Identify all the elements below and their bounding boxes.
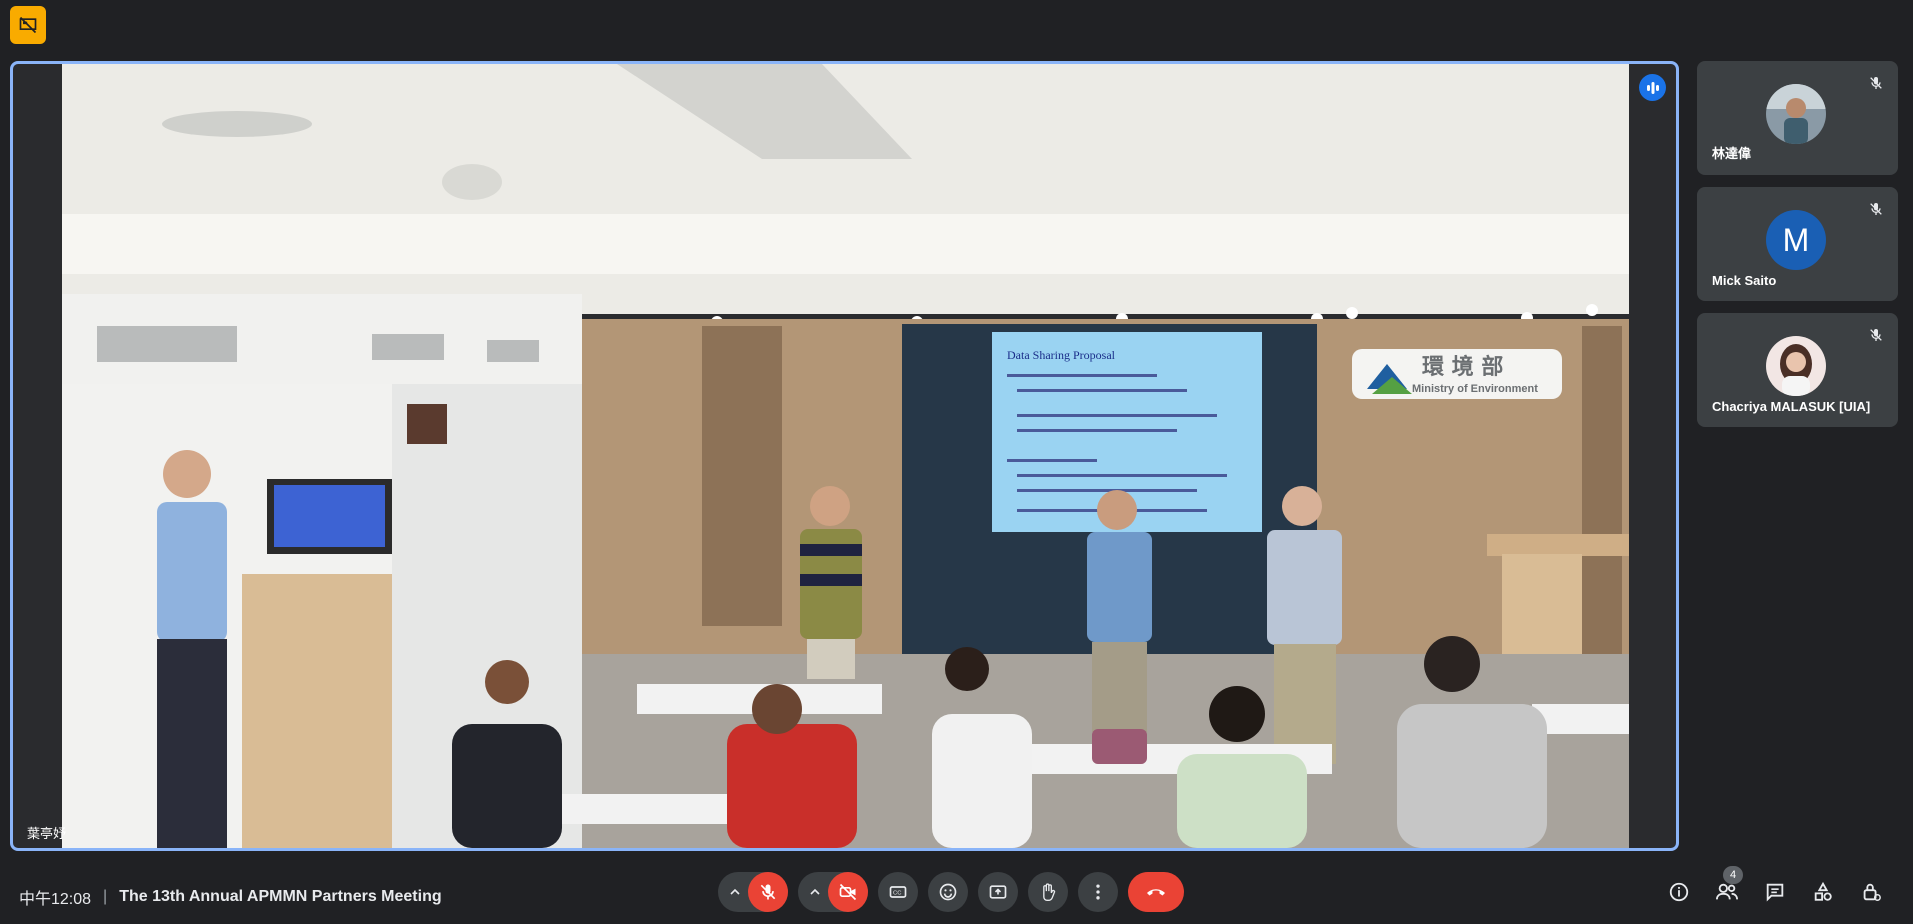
participant-name: Mick Saito: [1712, 273, 1777, 288]
host-controls-icon[interactable]: [1849, 872, 1893, 912]
meeting-details-icon[interactable]: [1657, 872, 1701, 912]
raise-hand-button[interactable]: [1028, 872, 1068, 912]
chevron-up-icon[interactable]: [726, 886, 744, 898]
svg-text:CC: CC: [893, 891, 901, 897]
mic-control-group: [718, 872, 788, 912]
avatar-letter: M: [1766, 210, 1826, 270]
avatar: M: [1766, 210, 1826, 270]
mic-toggle-button[interactable]: [748, 872, 788, 912]
people-icon[interactable]: 4: [1705, 866, 1749, 912]
meeting-info: 中午12:08 | The 13th Annual APMMN Partners…: [19, 885, 442, 909]
activities-icon[interactable]: [1801, 872, 1845, 912]
captions-button[interactable]: CC: [878, 872, 918, 912]
participant-tile-1[interactable]: 林達偉: [1697, 61, 1898, 175]
meeting-time: 中午12:08: [19, 891, 92, 908]
separator: |: [103, 888, 108, 905]
main-video-tile[interactable]: Data Sharing Proposal 環 境 部 Ministry of …: [10, 61, 1679, 851]
mic-off-icon: [1864, 197, 1888, 221]
more-options-icon[interactable]: [1078, 872, 1118, 912]
chat-icon[interactable]: [1753, 872, 1797, 912]
sign-text-cn: 環 境 部: [1422, 354, 1503, 380]
right-panel-buttons: 4: [1657, 866, 1893, 912]
leave-call-button[interactable]: [1128, 872, 1184, 912]
conference-room-video: Data Sharing Proposal 環 境 部 Ministry of …: [62, 64, 1629, 848]
meeting-title[interactable]: The 13th Annual APMMN Partners Meeting: [119, 888, 441, 906]
participant-name: 林達偉: [1712, 146, 1752, 161]
participant-tile-3[interactable]: Chacriya MALASUK [UIA]: [1697, 313, 1898, 427]
avatar: [1766, 84, 1826, 144]
emoji-reaction-button[interactable]: [928, 872, 968, 912]
call-controls: CC: [718, 872, 1184, 912]
mic-off-icon: [1864, 323, 1888, 347]
presentation-off-icon[interactable]: [10, 6, 46, 44]
bottom-toolbar: 中午12:08 | The 13th Annual APMMN Partners…: [0, 862, 1913, 924]
audio-wave-icon: [1639, 74, 1666, 101]
camera-control-group: [798, 872, 868, 912]
camera-toggle-button[interactable]: [828, 872, 868, 912]
main-participant-name: 葉亭妤: [27, 826, 67, 841]
present-screen-button[interactable]: [978, 872, 1018, 912]
chevron-up-icon[interactable]: [806, 886, 824, 898]
sign-text-en: Ministry of Environment: [1412, 383, 1538, 395]
slide-title: Data Sharing Proposal: [1007, 348, 1116, 362]
people-count-badge: 4: [1723, 866, 1743, 884]
mic-off-icon: [1864, 71, 1888, 95]
participant-tile-2[interactable]: M Mick Saito: [1697, 187, 1898, 301]
participant-name: Chacriya MALASUK [UIA]: [1712, 399, 1871, 414]
meet-window: Data Sharing Proposal 環 境 部 Ministry of …: [0, 0, 1913, 924]
avatar: [1766, 336, 1826, 396]
